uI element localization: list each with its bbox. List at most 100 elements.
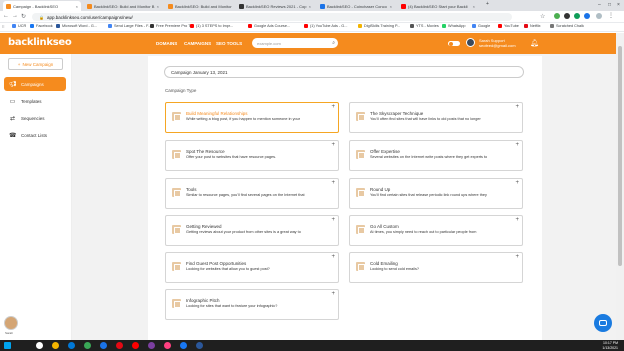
close-tab-icon[interactable]: ×: [390, 4, 392, 9]
nav-campaigns[interactable]: CAMPAIGNS: [184, 41, 211, 46]
sidebar-item-sequencies[interactable]: ⇄ Sequencies: [4, 111, 66, 125]
browser-tab[interactable]: Campaign - BacklinkSEO ×: [3, 1, 81, 11]
url-field[interactable]: 🔒 app.backlinkseo.com/user/campaigns/new…: [32, 13, 512, 21]
bookmark-item[interactable]: Send Large Files - F...: [108, 24, 151, 28]
bookmark-item[interactable]: UCR: [12, 24, 26, 28]
star-icon[interactable]: ☆: [540, 13, 545, 20]
bookmark-item[interactable]: (1) YouTube Ads - G...: [304, 24, 347, 28]
extension-icon[interactable]: [584, 13, 590, 19]
close-tab-icon[interactable]: ×: [76, 4, 78, 9]
plus-icon[interactable]: +: [331, 180, 335, 186]
taskbar-app-icon[interactable]: [196, 342, 203, 349]
plus-icon[interactable]: +: [515, 254, 519, 260]
bookmark-item[interactable]: Google Ads Course...: [248, 24, 290, 28]
bookmark-item[interactable]: Free Premiere Pro T...: [150, 24, 193, 28]
campaign-type-card[interactable]: Cold Emailing Looking to send cold emails…: [349, 252, 523, 283]
plus-icon[interactable]: +: [331, 217, 335, 223]
back-icon[interactable]: ←: [3, 13, 9, 19]
campaign-name-input[interactable]: Campaign January 13, 2021: [164, 66, 524, 78]
domain-search-input[interactable]: example.com ⌕: [252, 38, 338, 48]
taskbar-app-icon[interactable]: [148, 342, 155, 349]
plus-icon[interactable]: +: [515, 104, 519, 110]
campaign-type-card[interactable]: Tools Similar to resource pages, you'll f…: [165, 178, 339, 209]
taskbar-app-icon[interactable]: [164, 342, 171, 349]
nav-domains[interactable]: DOMAINS: [156, 41, 177, 46]
extension-icon[interactable]: [554, 13, 560, 19]
forward-icon[interactable]: →: [12, 13, 18, 19]
campaign-type-card[interactable]: The Skyscraper Technique You'll often fin…: [349, 102, 523, 133]
campaign-type-card[interactable]: Spot The Resource Offer your post to webs…: [165, 140, 339, 171]
bookmark-item[interactable]: DigiSkills Training P...: [358, 24, 400, 28]
campaign-type-card[interactable]: Go All Custom At times, you simply need t…: [349, 215, 523, 246]
browser-tab[interactable]: BacklinkSEO: Build and Monitor B×: [84, 1, 162, 11]
taskbar-app-icon[interactable]: [100, 342, 107, 349]
campaign-type-card[interactable]: Offer Expertise Several websites on the I…: [349, 140, 523, 171]
theme-toggle[interactable]: [448, 41, 460, 46]
maximize-icon[interactable]: □: [608, 2, 611, 8]
card-description: You'll find certain sites that release p…: [370, 193, 487, 197]
user-avatar[interactable]: [4, 316, 18, 330]
user-info[interactable]: Sarah Support seofeed@gmail.com: [479, 38, 516, 48]
close-tab-icon[interactable]: ×: [473, 4, 475, 9]
new-campaign-button[interactable]: + New Campaign: [8, 58, 63, 70]
apps-icon[interactable]: ⁝⁝: [2, 24, 5, 29]
close-tab-icon[interactable]: ×: [157, 4, 159, 9]
windows-start-icon[interactable]: [4, 342, 11, 349]
chat-button[interactable]: [594, 314, 612, 332]
browser-tab[interactable]: BacklinkSEO: Build and Monitor B×: [165, 1, 233, 11]
avatar[interactable]: [466, 38, 475, 47]
nav-seo-tools[interactable]: SEO TOOLS: [216, 41, 242, 46]
taskbar-app-icon[interactable]: [84, 342, 91, 349]
plus-icon[interactable]: +: [515, 180, 519, 186]
new-tab-icon[interactable]: +: [486, 1, 489, 7]
minimize-icon[interactable]: –: [598, 2, 601, 8]
bookmark-item[interactable]: Facebook: [30, 24, 53, 28]
plus-icon[interactable]: +: [515, 217, 519, 223]
taskbar: [0, 340, 624, 351]
bookmark-item[interactable]: Netflix: [524, 24, 541, 28]
browser-tab[interactable]: BacklinkSEO Reviews 2021 - Cop ×: [236, 1, 314, 11]
bookmark-item[interactable]: Scratched Chalk: [550, 24, 584, 28]
menu-icon[interactable]: ⋮: [608, 12, 614, 19]
plus-icon[interactable]: +: [331, 254, 335, 260]
reload-icon[interactable]: ↻: [21, 13, 26, 20]
plus-icon[interactable]: +: [331, 104, 335, 110]
plus-icon[interactable]: +: [331, 142, 335, 148]
browser-tab[interactable]: BacklinkSEO - Coinchaser Conco ×: [317, 1, 395, 11]
extension-icon[interactable]: [564, 13, 570, 19]
taskbar-app-icon[interactable]: [116, 342, 123, 349]
close-window-icon[interactable]: ×: [617, 2, 620, 8]
extension-icon[interactable]: [574, 13, 580, 19]
taskbar-app-icon[interactable]: [132, 342, 139, 349]
scrollbar-thumb[interactable]: [618, 46, 622, 266]
sidebar-item-templates[interactable]: ▭ Templates: [4, 94, 66, 108]
taskbar-app-icon[interactable]: [180, 342, 187, 349]
sidebar-item-campaigns[interactable]: 📢︎ Campaigns: [4, 77, 66, 91]
card-title: Go All Custom: [370, 224, 399, 229]
clock[interactable]: 10:17 PM 1/13/2021: [586, 341, 618, 350]
browser-tab[interactable]: (4) BacklinkSEO Start your Backli ×: [398, 1, 478, 11]
campaign-type-card[interactable]: Build Meaningful Relationships While writ…: [165, 102, 339, 133]
taskbar-app-icon[interactable]: [52, 342, 59, 349]
close-tab-icon[interactable]: ×: [309, 4, 311, 9]
profile-icon[interactable]: [596, 13, 602, 19]
campaign-type-card[interactable]: Getting Reviewed Getting reviews about yo…: [165, 215, 339, 246]
taskbar-app-icon[interactable]: [36, 342, 43, 349]
bookmark-item[interactable]: YTS - Movies: [410, 24, 439, 28]
campaign-type-card[interactable]: Find Guest Post Opportunities Looking for…: [165, 252, 339, 283]
bell-icon[interactable]: 🔔︎: [530, 39, 539, 47]
sidebar-item-contact-lists[interactable]: ☎ Contact Lists: [4, 128, 66, 142]
bookmark-item[interactable]: WhatsApp: [442, 24, 466, 28]
backlinkseo-logo[interactable]: backlinkseo: [8, 37, 72, 48]
taskbar-app-icon[interactable]: [68, 342, 75, 349]
bookmark-icon: [248, 24, 252, 28]
campaign-type-card[interactable]: Round Up You'll find certain sites that r…: [349, 178, 523, 209]
campaign-type-card[interactable]: Infographic Pitch Looking for sites that …: [165, 289, 339, 320]
bookmark-item[interactable]: Microsoft Word - G...: [56, 24, 97, 28]
bookmark-item[interactable]: Google: [472, 24, 490, 28]
plus-icon[interactable]: +: [331, 291, 335, 297]
search-icon[interactable]: ⌕: [332, 40, 335, 46]
plus-icon[interactable]: +: [515, 142, 519, 148]
bookmark-item[interactable]: (1) 3 STEPS to Impr...: [190, 24, 233, 28]
bookmark-item[interactable]: YouTube: [498, 24, 519, 28]
